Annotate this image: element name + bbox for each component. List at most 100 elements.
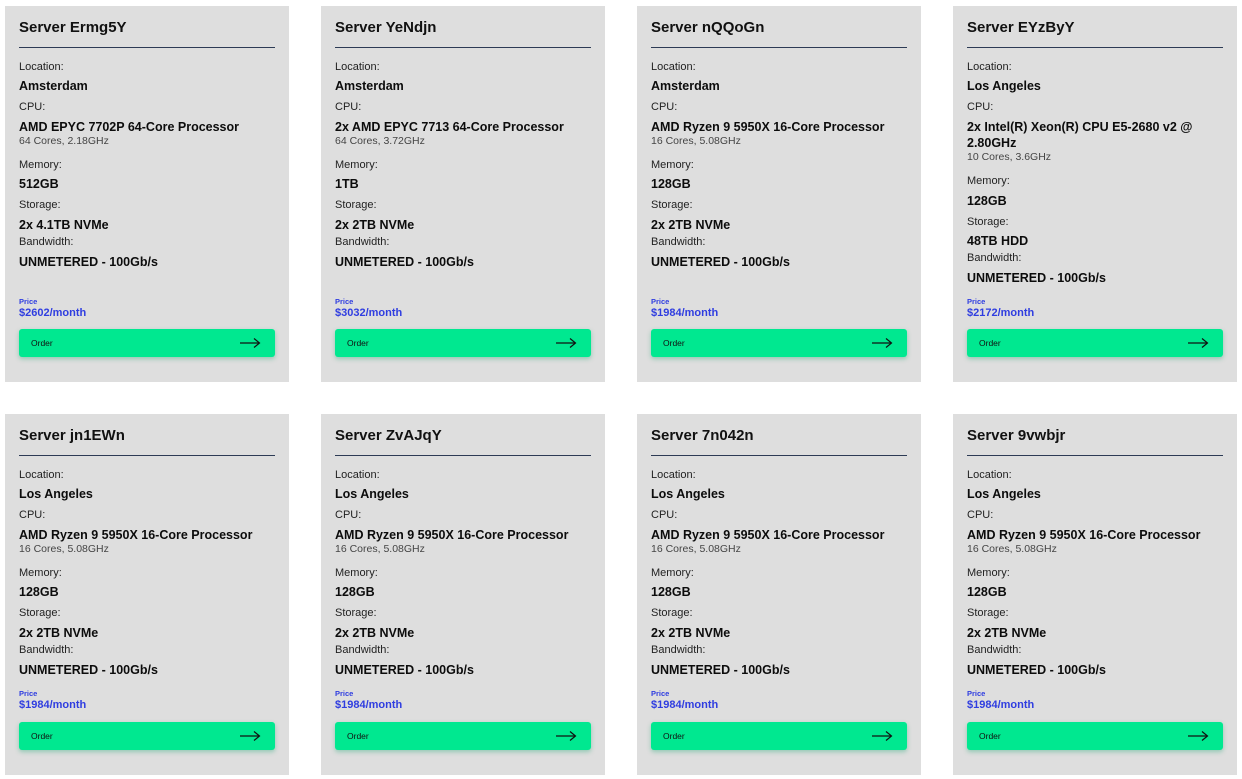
- location-label: Location:: [967, 61, 1012, 73]
- memory-value: 128GB: [19, 585, 59, 599]
- storage-label: Storage:: [335, 199, 377, 211]
- location-value: Amsterdam: [651, 79, 720, 93]
- bandwidth-label: Bandwidth:: [651, 236, 706, 248]
- cpu-detail: 16 Cores, 5.08GHz: [651, 543, 741, 555]
- price-value: $1984/month: [651, 699, 719, 711]
- arrow-right-icon: [556, 338, 577, 348]
- server-name: Server jn1EWn: [19, 427, 125, 444]
- arrow-right-icon: [240, 338, 261, 348]
- memory-label: Memory:: [335, 567, 378, 579]
- bandwidth-label: Bandwidth:: [651, 644, 706, 656]
- cpu-detail: 64 Cores, 3.72GHz: [335, 135, 425, 147]
- cpu-detail: 16 Cores, 5.08GHz: [335, 543, 425, 555]
- price-label: Price: [651, 297, 670, 306]
- server-card: Server YeNdjn Location: Amsterdam CPU: 2…: [321, 6, 605, 382]
- cpu-label: CPU:: [19, 509, 46, 521]
- order-button[interactable]: Order: [967, 722, 1223, 750]
- price-label: Price: [651, 689, 670, 698]
- server-card: Server ZvAJqY Location: Los Angeles CPU:…: [321, 414, 605, 775]
- order-button[interactable]: Order: [651, 329, 907, 357]
- storage-value: 2x 2TB NVMe: [651, 626, 731, 640]
- order-button[interactable]: Order: [967, 329, 1223, 357]
- storage-value: 2x 2TB NVMe: [967, 626, 1047, 640]
- cpu-value: AMD Ryzen 9 5950X 16-Core Processor: [19, 528, 253, 542]
- memory-label: Memory:: [967, 175, 1010, 187]
- bandwidth-label: Bandwidth:: [335, 644, 390, 656]
- bandwidth-label: Bandwidth:: [967, 644, 1022, 656]
- cpu-label: CPU:: [19, 101, 46, 113]
- location-value: Los Angeles: [967, 79, 1041, 93]
- cpu-detail: 64 Cores, 2.18GHz: [19, 135, 109, 147]
- cpu-value: AMD Ryzen 9 5950X 16-Core Processor: [651, 528, 885, 542]
- price-value: $3032/month: [335, 307, 403, 319]
- cpu-detail: 16 Cores, 5.08GHz: [19, 543, 109, 555]
- title-divider: [967, 47, 1223, 48]
- price-value: $1984/month: [967, 699, 1035, 711]
- storage-label: Storage:: [335, 607, 377, 619]
- order-button[interactable]: Order: [651, 722, 907, 750]
- cpu-label: CPU:: [651, 509, 678, 521]
- arrow-right-icon: [872, 338, 893, 348]
- bandwidth-value: UNMETERED - 100Gb/s: [335, 255, 474, 269]
- storage-value: 48TB HDD: [967, 234, 1029, 248]
- memory-value: 1TB: [335, 177, 359, 191]
- bandwidth-value: UNMETERED - 100Gb/s: [651, 255, 790, 269]
- bandwidth-value: UNMETERED - 100Gb/s: [651, 663, 790, 677]
- memory-label: Memory:: [19, 159, 62, 171]
- server-card: Server nQQoGn Location: Amsterdam CPU: A…: [637, 6, 921, 382]
- title-divider: [335, 455, 591, 456]
- server-name: Server nQQoGn: [651, 19, 765, 36]
- storage-label: Storage:: [19, 199, 61, 211]
- order-button[interactable]: Order: [335, 722, 591, 750]
- cpu-label: CPU:: [651, 101, 678, 113]
- memory-value: 128GB: [651, 585, 691, 599]
- order-button-label: Order: [979, 338, 1001, 348]
- cpu-detail: 16 Cores, 5.08GHz: [967, 543, 1057, 555]
- storage-label: Storage:: [967, 216, 1009, 228]
- arrow-right-icon: [240, 731, 261, 741]
- arrow-right-icon: [1188, 338, 1209, 348]
- server-name: Server 7n042n: [651, 427, 754, 444]
- order-button-label: Order: [347, 731, 369, 741]
- price-value: $1984/month: [335, 699, 403, 711]
- location-value: Los Angeles: [19, 487, 93, 501]
- price-label: Price: [967, 689, 986, 698]
- order-button[interactable]: Order: [335, 329, 591, 357]
- cpu-value: AMD Ryzen 9 5950X 16-Core Processor: [967, 528, 1201, 542]
- arrow-right-icon: [872, 731, 893, 741]
- location-label: Location:: [651, 61, 696, 73]
- location-label: Location:: [19, 469, 64, 481]
- bandwidth-value: UNMETERED - 100Gb/s: [19, 663, 158, 677]
- cpu-value: AMD Ryzen 9 5950X 16-Core Processor: [335, 528, 569, 542]
- memory-label: Memory:: [967, 567, 1010, 579]
- storage-value: 2x 2TB NVMe: [335, 218, 415, 232]
- memory-label: Memory:: [19, 567, 62, 579]
- order-button-label: Order: [31, 731, 53, 741]
- storage-value: 2x 2TB NVMe: [651, 218, 731, 232]
- cpu-detail: 10 Cores, 3.6GHz: [967, 151, 1052, 163]
- cpu-label: CPU:: [967, 509, 994, 521]
- arrow-right-icon: [1188, 731, 1209, 741]
- location-value: Los Angeles: [651, 487, 725, 501]
- price-label: Price: [19, 297, 38, 306]
- server-name: Server Ermg5Y: [19, 19, 127, 36]
- storage-label: Storage:: [651, 199, 693, 211]
- server-card: Server Ermg5Y Location: Amsterdam CPU: A…: [5, 6, 289, 382]
- title-divider: [651, 455, 907, 456]
- storage-value: 2x 2TB NVMe: [19, 626, 99, 640]
- order-button[interactable]: Order: [19, 722, 275, 750]
- location-value: Los Angeles: [967, 487, 1041, 501]
- price-value: $2602/month: [19, 307, 87, 319]
- bandwidth-value: UNMETERED - 100Gb/s: [335, 663, 474, 677]
- price-label: Price: [335, 297, 354, 306]
- order-button-label: Order: [663, 338, 685, 348]
- storage-label: Storage:: [19, 607, 61, 619]
- title-divider: [651, 47, 907, 48]
- server-name: Server YeNdjn: [335, 19, 437, 36]
- order-button[interactable]: Order: [19, 329, 275, 357]
- cpu-value: 2x Intel(R) Xeon(R) CPU E5-2680 v2 @ 2.8…: [967, 120, 1193, 150]
- bandwidth-value: UNMETERED - 100Gb/s: [967, 663, 1106, 677]
- location-value: Los Angeles: [335, 487, 409, 501]
- server-card: Server 9vwbjr Location: Los Angeles CPU:…: [953, 414, 1237, 775]
- price-value: $2172/month: [967, 307, 1035, 319]
